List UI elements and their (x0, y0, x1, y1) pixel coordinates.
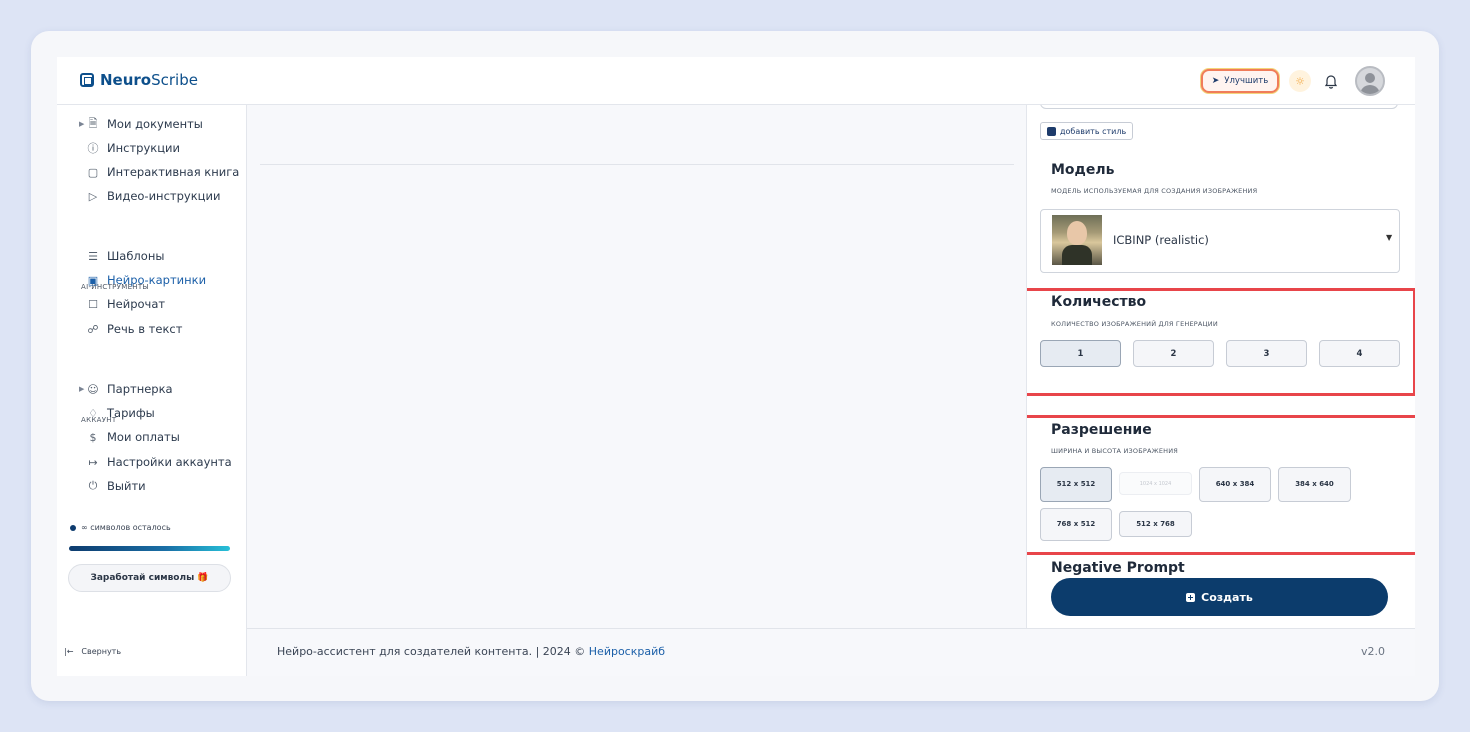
sidebar-item-label: Интерактивная книга (107, 165, 240, 179)
resolution-title: Разрешение (1051, 422, 1152, 438)
sidebar-item-label: Настройки аккаунта (107, 455, 232, 469)
caret-right-icon: ▶ (79, 385, 85, 393)
content-divider (260, 164, 1014, 165)
model-selected-value: ICBINP (realistic) (1113, 233, 1209, 247)
sidebar-item-instructions[interactable]: ⓘ Инструкции (87, 140, 180, 156)
resolution-option-384x640[interactable]: 384 x 640 (1278, 467, 1351, 502)
rocket-icon: ➤ (1211, 76, 1220, 86)
sidebar-item-tariffs[interactable]: ♢ Тарифы (87, 405, 155, 421)
version-label: v2.0 (1361, 645, 1386, 658)
resolution-subtitle: ШИРИНА И ВЫСОТА ИЗОБРАЖЕНИЯ (1051, 447, 1179, 455)
sidebar-item-speech-to-text[interactable]: ☍ Речь в текст (87, 321, 182, 337)
sidebar-item-label: Инструкции (107, 141, 180, 155)
sidebar-item-logout[interactable]: ⏻ Выйти (87, 478, 146, 494)
quantity-subtitle: КОЛИЧЕСТВО ИЗОБРАЖЕНИЙ ДЛЯ ГЕНЕРАЦИИ (1051, 320, 1218, 328)
collapse-icon: |← (64, 647, 74, 656)
model-thumbnail (1052, 215, 1102, 265)
caret-right-icon: ▶ (79, 120, 85, 128)
footer-text: Нейро-ассистент для создателей контента.… (277, 645, 665, 658)
symbols-remaining-text: ∞ символов осталось (81, 523, 171, 532)
sidebar-item-label: Нейро-картинки (107, 273, 207, 287)
sidebar: ▶ 🗎 Мои документы ⓘ Инструкции ▢ Интерак… (57, 105, 247, 676)
add-style-button[interactable]: добавить стиль (1040, 122, 1134, 140)
sidebar-item-label: Тарифы (107, 406, 155, 420)
book-icon: ▢ (87, 165, 99, 179)
help-circle-icon: ⓘ (87, 142, 99, 155)
tag-icon: ♢ (88, 406, 98, 420)
model-title: Модель (1051, 162, 1115, 178)
video-icon: ▷ (88, 189, 98, 203)
dollar-icon: $ (89, 430, 97, 444)
bell-icon[interactable] (1320, 70, 1342, 92)
model-subtitle: МОДЕЛЬ ИСПОЛЬЗУЕМАЯ ДЛЯ СОЗДАНИЯ ИЗОБРАЖ… (1051, 187, 1258, 195)
sidebar-item-payments[interactable]: $ Мои оплаты (87, 429, 180, 445)
upgrade-button[interactable]: ➤ Улучшить (1201, 69, 1279, 93)
resolution-option-512x768[interactable]: 512 x 768 (1119, 511, 1192, 537)
sidebar-item-interactive-book[interactable]: ▢ Интерактивная книга (87, 164, 240, 180)
quantity-option-2[interactable]: 2 (1133, 340, 1214, 367)
upgrade-label: Улучшить (1224, 76, 1269, 86)
sidebar-item-label: Речь в текст (107, 322, 183, 336)
logo[interactable]: Neuro Scribe (80, 71, 198, 89)
create-button[interactable]: Создать (1051, 578, 1388, 616)
logo-bold-text: Neuro (100, 71, 152, 89)
resolution-option-512x512[interactable]: 512 x 512 (1040, 467, 1112, 502)
sidebar-item-account-settings[interactable]: ↦ Настройки аккаунта (87, 454, 232, 470)
sidebar-item-label: Партнерка (107, 382, 173, 396)
sidebar-item-label: Мои оплаты (107, 430, 180, 444)
logo-icon (80, 73, 94, 87)
sidebar-item-label: Нейрочат (107, 297, 166, 311)
document-icon: 🗎 (88, 116, 98, 130)
quantity-title: Количество (1051, 294, 1147, 310)
sidebar-item-label: Шаблоны (107, 249, 165, 263)
resolution-option-640x384[interactable]: 640 x 384 (1199, 467, 1271, 502)
sidebar-item-label: Видео-инструкции (107, 189, 221, 203)
footer-divider (247, 628, 1415, 629)
symbols-progress-bar (69, 546, 230, 551)
footer-copyright: Нейро-ассистент для создателей контента.… (277, 645, 589, 658)
earn-symbols-button[interactable]: Заработай символы 🎁 (68, 564, 231, 592)
style-textarea[interactable] (1040, 105, 1398, 109)
app-root: Neuro Scribe ➤ Улучшить ☼ ▶ 🗎 Мои докуме… (57, 57, 1415, 676)
sidebar-item-label: Выйти (107, 479, 146, 493)
add-style-label: добавить стиль (1060, 126, 1127, 136)
chat-icon: ☐ (88, 297, 98, 311)
resolution-option-768x512[interactable]: 768 x 512 (1040, 508, 1112, 541)
power-icon: ⏻ (88, 479, 98, 492)
users-icon: ☺ (87, 382, 99, 396)
sidebar-item-neurochat[interactable]: ☐ Нейрочат (87, 296, 165, 312)
headphones-icon: ☍ (87, 322, 99, 336)
edit-icon (1047, 126, 1056, 136)
collapse-label: Свернуть (81, 647, 122, 656)
quantity-option-3[interactable]: 3 (1226, 340, 1307, 367)
symbols-remaining: ∞ символов осталось (70, 523, 171, 532)
sidebar-item-video-instructions[interactable]: ▷ Видео-инструкции (87, 188, 221, 204)
sidebar-item-templates[interactable]: ☰ Шаблоны (87, 248, 164, 264)
logo-rest-text: Scribe (151, 71, 198, 89)
status-dot (70, 524, 76, 531)
model-select[interactable]: ICBINP (realistic) ▼ (1040, 209, 1400, 273)
sidebar-item-neuro-images[interactable]: ▣ Нейро-картинки (87, 272, 206, 288)
generation-settings-panel: добавить стиль Модель МОДЕЛЬ ИСПОЛЬЗУЕМА… (1026, 105, 1415, 628)
negative-prompt-title: Negative Prompt (1051, 560, 1185, 576)
resolution-option-1024x1024: 1024 x 1024 (1119, 472, 1192, 495)
chevron-down-icon: ▼ (1386, 233, 1393, 242)
quantity-option-4[interactable]: 4 (1319, 340, 1400, 367)
settings-icon: ↦ (88, 455, 98, 469)
footer-link[interactable]: Нейроскрайб (589, 645, 665, 658)
quantity-option-1[interactable]: 1 (1040, 340, 1121, 367)
sidebar-item-documents[interactable]: ▶ 🗎 Мои документы (79, 116, 203, 132)
collapse-sidebar-button[interactable]: |← Свернуть (64, 647, 121, 656)
plus-square-icon (1186, 592, 1196, 602)
user-avatar[interactable] (1355, 66, 1385, 96)
layers-icon: ☰ (88, 249, 98, 263)
sidebar-item-partner[interactable]: ▶ ☺ Партнерка (79, 381, 173, 397)
image-icon: ▣ (87, 273, 99, 287)
top-bar: Neuro Scribe ➤ Улучшить ☼ (57, 57, 1415, 105)
sidebar-item-label: Мои документы (107, 117, 203, 131)
create-button-label: Создать (1201, 590, 1253, 604)
theme-toggle-sun-icon[interactable]: ☼ (1289, 70, 1311, 92)
